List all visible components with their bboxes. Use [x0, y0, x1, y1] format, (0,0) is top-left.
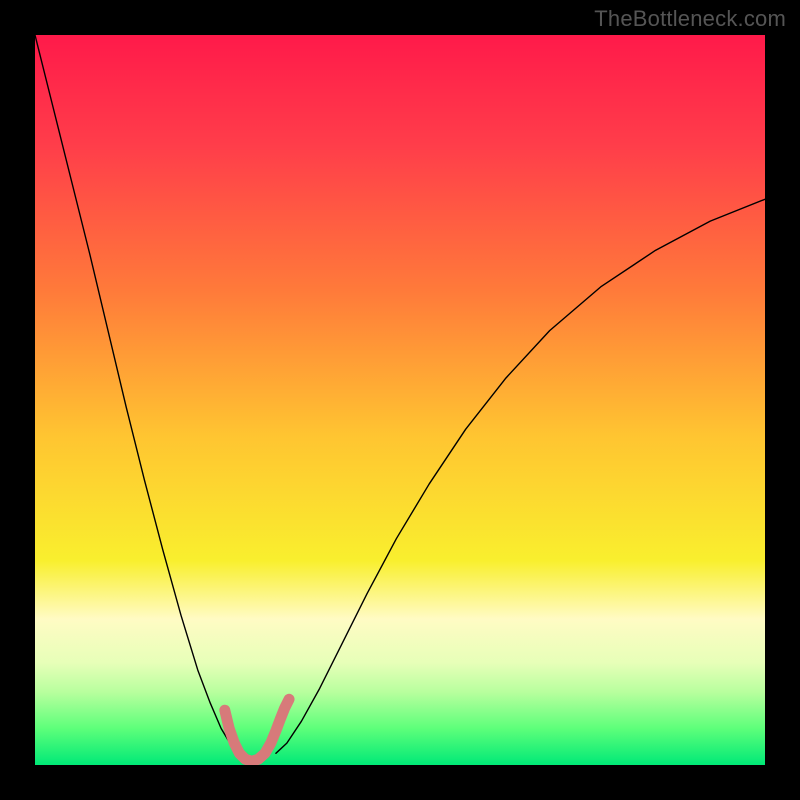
watermark-text: TheBottleneck.com — [594, 6, 786, 32]
chart-svg — [35, 35, 765, 765]
chart-plot-area — [35, 35, 765, 765]
chart-background — [35, 35, 765, 765]
